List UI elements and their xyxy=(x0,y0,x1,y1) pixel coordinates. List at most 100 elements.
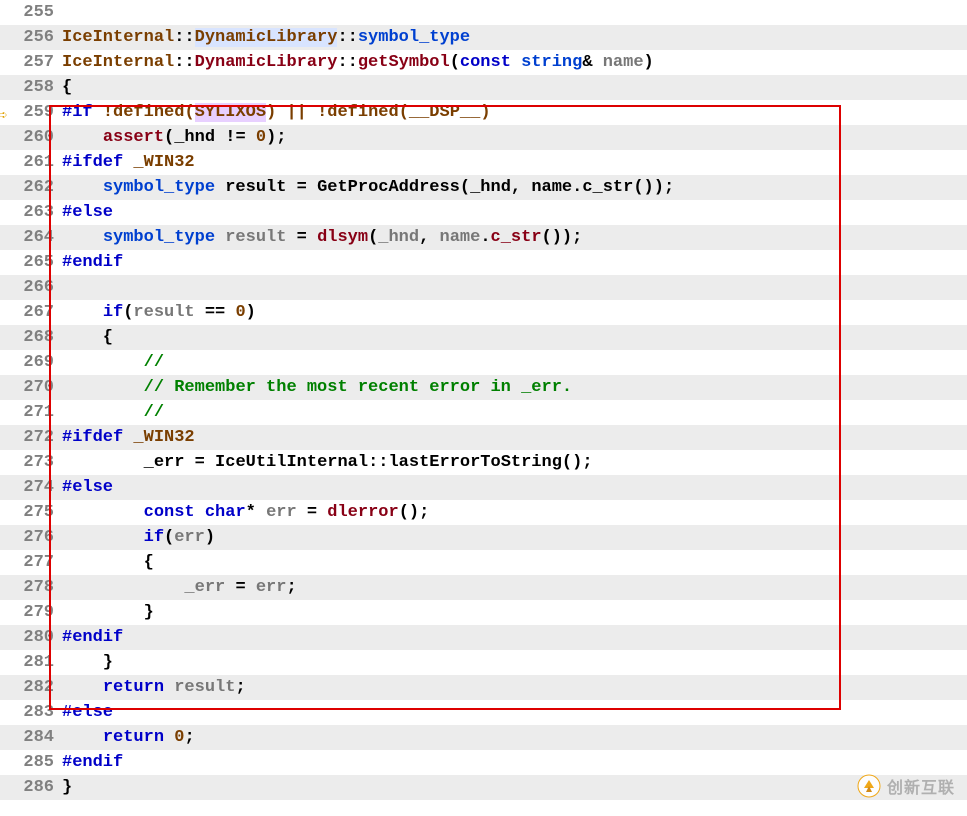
code-content[interactable]: #ifdef _WIN32 xyxy=(62,425,967,450)
code-content[interactable]: } xyxy=(62,775,967,800)
code-content[interactable]: symbol_type result = dlsym(_hnd, name.c_… xyxy=(62,225,967,250)
code-line[interactable]: 276 if(err) xyxy=(0,525,967,550)
watermark-logo-icon xyxy=(857,774,881,798)
token: , xyxy=(511,178,531,197)
code-line[interactable]: 286} xyxy=(0,775,967,800)
token: lastErrorToString xyxy=(388,453,561,472)
token: ()); xyxy=(542,228,583,247)
line-number: 284 xyxy=(0,725,62,750)
code-content[interactable]: _err = err; xyxy=(62,575,967,600)
code-line[interactable]: 255 xyxy=(0,0,967,25)
code-content[interactable]: const char* err = dlerror(); xyxy=(62,500,967,525)
code-line[interactable]: 283#else xyxy=(0,700,967,725)
code-content[interactable]: } xyxy=(62,650,967,675)
code-content[interactable]: #if !defined(SYLIXOS) || !defined(__DSP_… xyxy=(62,100,967,125)
code-line[interactable]: 268 { xyxy=(0,325,967,350)
code-line[interactable]: 261#ifdef _WIN32 xyxy=(0,150,967,175)
code-line[interactable]: 260 assert(_hnd != 0); xyxy=(0,125,967,150)
line-number: 283 xyxy=(0,700,62,725)
token: #else xyxy=(62,203,113,222)
code-line[interactable]: 275 const char* err = dlerror(); xyxy=(0,500,967,525)
code-content[interactable] xyxy=(62,0,967,25)
code-content[interactable]: // Remember the most recent error in _er… xyxy=(62,375,967,400)
line-number: 267 xyxy=(0,300,62,325)
code-content[interactable]: IceInternal::DynamicLibrary::symbol_type xyxy=(62,25,967,50)
code-line[interactable]: 285#endif xyxy=(0,750,967,775)
token: // xyxy=(144,353,164,372)
line-number: 285 xyxy=(0,750,62,775)
code-content[interactable]: #else xyxy=(62,475,967,500)
code-line[interactable]: 264 symbol_type result = dlsym(_hnd, nam… xyxy=(0,225,967,250)
code-line[interactable]: 262 symbol_type result = GetProcAddress(… xyxy=(0,175,967,200)
code-line[interactable]: 265#endif xyxy=(0,250,967,275)
line-number: 274 xyxy=(0,475,62,500)
code-content[interactable]: #endif xyxy=(62,250,967,275)
code-content[interactable]: // xyxy=(62,400,967,425)
code-content[interactable]: if(result == 0) xyxy=(62,300,967,325)
token: c_str xyxy=(582,178,633,197)
line-number: 258 xyxy=(0,75,62,100)
code-line[interactable]: 281 } xyxy=(0,650,967,675)
code-content[interactable]: return result; xyxy=(62,675,967,700)
line-number: 271 xyxy=(0,400,62,425)
code-line[interactable]: 263#else xyxy=(0,200,967,225)
code-line[interactable]: 271 // xyxy=(0,400,967,425)
token xyxy=(62,503,144,522)
token: ! xyxy=(103,103,113,122)
token: . xyxy=(480,228,490,247)
code-line[interactable]: 257IceInternal::DynamicLibrary::getSymbo… xyxy=(0,50,967,75)
code-line[interactable]: 266 xyxy=(0,275,967,300)
line-number: 256 xyxy=(0,25,62,50)
code-line[interactable]: 274#else xyxy=(0,475,967,500)
code-content[interactable]: #endif xyxy=(62,750,967,775)
code-line[interactable]: 278 _err = err; xyxy=(0,575,967,600)
code-content[interactable] xyxy=(62,275,967,300)
code-line[interactable]: 256IceInternal::DynamicLibrary::symbol_t… xyxy=(0,25,967,50)
token: DynamicLibrary xyxy=(195,53,338,72)
token: ( xyxy=(184,103,194,122)
code-line[interactable]: 267 if(result == 0) xyxy=(0,300,967,325)
code-line[interactable]: 258{ xyxy=(0,75,967,100)
token: SYLIXOS xyxy=(195,103,266,122)
token: ) xyxy=(246,303,256,322)
code-content[interactable]: return 0; xyxy=(62,725,967,750)
code-line[interactable]: 279 } xyxy=(0,600,967,625)
token xyxy=(62,228,103,247)
code-line[interactable]: 270 // Remember the most recent error in… xyxy=(0,375,967,400)
code-editor[interactable]: 255 256IceInternal::DynamicLibrary::symb… xyxy=(0,0,967,800)
code-content[interactable]: _err = IceUtilInternal::lastErrorToStrin… xyxy=(62,450,967,475)
token: err xyxy=(266,503,307,522)
code-content[interactable]: { xyxy=(62,325,967,350)
token: ( xyxy=(399,103,409,122)
code-line[interactable]: 259➪#if !defined(SYLIXOS) || !defined(__… xyxy=(0,100,967,125)
code-content[interactable]: } xyxy=(62,600,967,625)
code-content[interactable]: assert(_hnd != 0); xyxy=(62,125,967,150)
code-line[interactable]: 269 // xyxy=(0,350,967,375)
code-content[interactable]: if(err) xyxy=(62,525,967,550)
code-content[interactable]: #else xyxy=(62,200,967,225)
code-line[interactable]: 272#ifdef _WIN32 xyxy=(0,425,967,450)
code-content[interactable]: { xyxy=(62,550,967,575)
watermark-text: 创新互联 xyxy=(887,774,955,798)
token: // Remember the most recent error in _er… xyxy=(144,378,572,397)
code-content[interactable]: symbol_type result = GetProcAddress(_hnd… xyxy=(62,175,967,200)
code-line[interactable]: 284 return 0; xyxy=(0,725,967,750)
token: :: xyxy=(337,53,357,72)
token: ( xyxy=(450,53,460,72)
code-line[interactable]: 280#endif xyxy=(0,625,967,650)
code-line[interactable]: 273 _err = IceUtilInternal::lastErrorToS… xyxy=(0,450,967,475)
token: _err xyxy=(144,453,195,472)
code-content[interactable]: #ifdef _WIN32 xyxy=(62,150,967,175)
code-content[interactable]: #endif xyxy=(62,625,967,650)
code-content[interactable]: { xyxy=(62,75,967,100)
line-number: 269 xyxy=(0,350,62,375)
token: ; xyxy=(184,728,194,747)
code-content[interactable]: IceInternal::DynamicLibrary::getSymbol(c… xyxy=(62,50,967,75)
code-line[interactable]: 277 { xyxy=(0,550,967,575)
token: ; xyxy=(286,578,296,597)
code-content[interactable]: #else xyxy=(62,700,967,725)
token: :: xyxy=(368,453,388,472)
code-content[interactable]: // xyxy=(62,350,967,375)
code-line[interactable]: 282 return result; xyxy=(0,675,967,700)
token: dlerror xyxy=(327,503,398,522)
